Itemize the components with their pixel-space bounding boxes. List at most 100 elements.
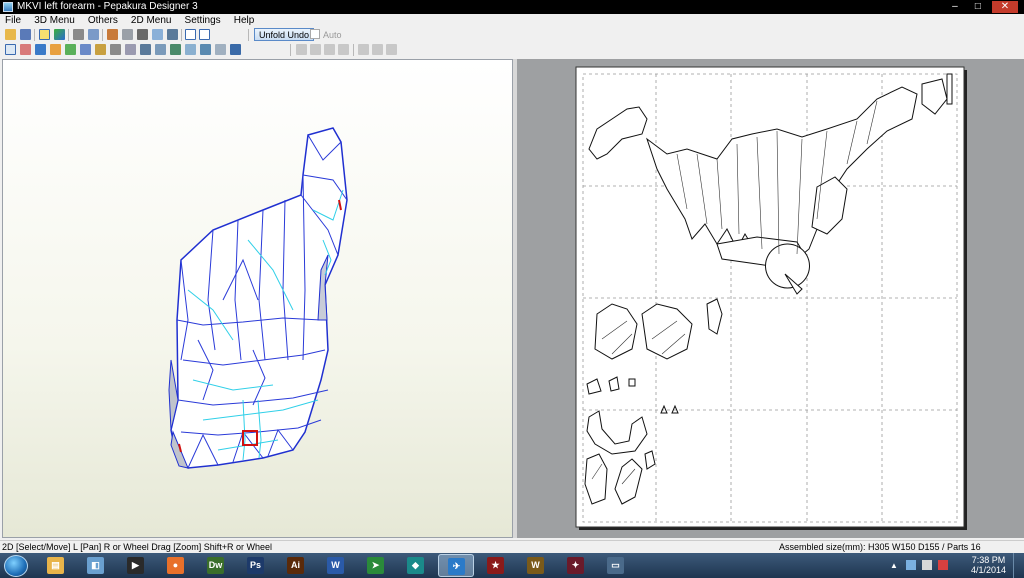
rotate-model-icon[interactable] [73,29,84,40]
edge-icon[interactable] [152,29,163,40]
file-explorer-icon: ▤ [47,557,64,574]
arrange-icon[interactable] [155,44,166,55]
status-hint: 2D [Select/Move] L [Pan] R or Wheel Drag… [2,542,273,552]
checkbox-icon [310,29,320,39]
status-assembled-size: Assembled size(mm): H305 W150 D155 / Par… [779,542,981,552]
app-icon [3,2,13,12]
taskbar-file-explorer-button[interactable]: ▤ [38,554,74,577]
close-button[interactable]: ✕ [992,1,1018,13]
move-icon[interactable] [80,44,91,55]
grid-icon[interactable] [215,44,226,55]
taskbar-photoshop-button[interactable]: Ps [238,554,274,577]
start-button[interactable] [4,555,28,577]
toolbar-separator [102,29,103,41]
align-left-icon [296,44,307,55]
toolbar-separator [34,29,35,41]
title-bar: MKVI left forearm - Pepakura Designer 3 … [0,0,1024,14]
system-tray: ▲ 7:38 PM 4/1/2014 [884,553,1024,578]
3d-view-pane[interactable] [2,59,513,538]
taskbar-app-red-star-button[interactable]: ★ [478,554,514,577]
show-desktop-button[interactable] [1013,553,1024,578]
app-blue-glass-icon: ◧ [87,557,104,574]
image-icon[interactable] [200,44,211,55]
taskbar-app-green-arrow-button[interactable]: ➤ [358,554,394,577]
join-faces-icon[interactable] [125,44,136,55]
auto-label: Auto [323,30,342,40]
network-icon[interactable] [906,560,916,570]
flag-icon[interactable] [938,560,948,570]
firefox-icon: ● [167,557,184,574]
menu-3d[interactable]: 3D Menu [29,14,80,27]
taskbar-app-window-button[interactable]: ▭ [598,554,634,577]
dreamweaver-icon: Dw [207,557,224,574]
paint-icon[interactable] [50,44,61,55]
align-center-icon [310,44,321,55]
app-window-icon: ▭ [607,557,624,574]
check-icon[interactable] [170,44,181,55]
undo-icon[interactable] [140,44,151,55]
toolbar-separator [353,44,354,56]
volume-icon[interactable] [922,560,932,570]
toolbar-separator [68,29,69,41]
word-icon: W [327,557,344,574]
app-teal-icon: ◆ [407,557,424,574]
world-of-warcraft-icon: W [527,557,544,574]
taskbar-dreamweaver-button[interactable]: Dw [198,554,234,577]
menu-others[interactable]: Others [83,14,123,27]
app-red-shape-icon: ✦ [567,557,584,574]
taskbar-app-blue-glass-button[interactable]: ◧ [78,554,114,577]
align-top-icon [338,44,349,55]
pepakura-icon: ✈ [448,558,465,575]
toolbar-separator [181,29,182,41]
menu-file[interactable]: File [0,14,26,27]
save-icon[interactable] [20,29,31,40]
cylinder-icon[interactable] [122,29,133,40]
taskbar-word-button[interactable]: W [318,554,354,577]
settings-icon[interactable] [230,44,241,55]
menu-settings[interactable]: Settings [180,14,226,27]
print-preview-icon[interactable] [185,44,196,55]
lightbulb-icon[interactable] [39,29,50,40]
tray-arrow-icon[interactable]: ▲ [890,561,898,570]
flap-icon[interactable] [65,44,76,55]
2d-view-pane[interactable] [517,59,1024,538]
text-icon[interactable] [95,44,106,55]
taskbar-illustrator-button[interactable]: Ai [278,554,314,577]
window-title: MKVI left forearm - Pepakura Designer 3 [17,1,198,12]
menu-2d[interactable]: 2D Menu [126,14,177,27]
unfold-undo-button[interactable]: Unfold Undo [254,28,315,41]
taskbar-app-teal-button[interactable]: ◆ [398,554,434,577]
clock[interactable]: 7:38 PM 4/1/2014 [971,555,1006,575]
taskbar-world-of-warcraft-button[interactable]: W [518,554,554,577]
toolbar-separator [248,29,249,41]
main-toolbar: Unfold Undo Auto [0,28,1024,42]
app-green-arrow-icon: ➤ [367,557,384,574]
flip-horizontal-icon [386,44,397,55]
edit-icon[interactable] [35,44,46,55]
3d-model [168,127,348,469]
single-view-icon[interactable] [185,29,196,40]
menu-help[interactable]: Help [229,14,260,27]
app-red-star-icon: ★ [487,557,504,574]
taskbar-media-player-button[interactable]: ▶ [118,554,154,577]
auto-checkbox[interactable]: Auto [310,29,342,41]
flip-icon[interactable] [88,29,99,40]
taskbar-pepakura-button[interactable]: ✈ [438,554,474,577]
taskbar-app-red-shape-button[interactable]: ✦ [558,554,594,577]
anchor-icon[interactable] [137,29,148,40]
maximize-button[interactable]: □ [969,1,987,13]
2d-pattern-sheet [575,66,967,530]
select-tool-icon[interactable] [5,44,16,55]
taskbar: ▤ ◧ ▶ ● Dw Ps Ai W ➤ ◆ ✈ ★ W ✦ ▭ ▲ 7:38 PM 4/1/2014 [0,553,1024,578]
rotate-part-icon[interactable] [110,44,121,55]
window-controls: – □ ✕ [944,0,1018,14]
join-icon[interactable] [167,29,178,40]
color-cube-icon[interactable] [54,29,65,40]
split-view-icon[interactable] [199,29,210,40]
open-file-icon[interactable] [5,29,16,40]
taskbar-firefox-button[interactable]: ● [158,554,194,577]
minimize-button[interactable]: – [946,1,964,13]
pencil-icon[interactable] [107,29,118,40]
rotate-right-icon [372,44,383,55]
cut-edge-icon[interactable] [20,44,31,55]
